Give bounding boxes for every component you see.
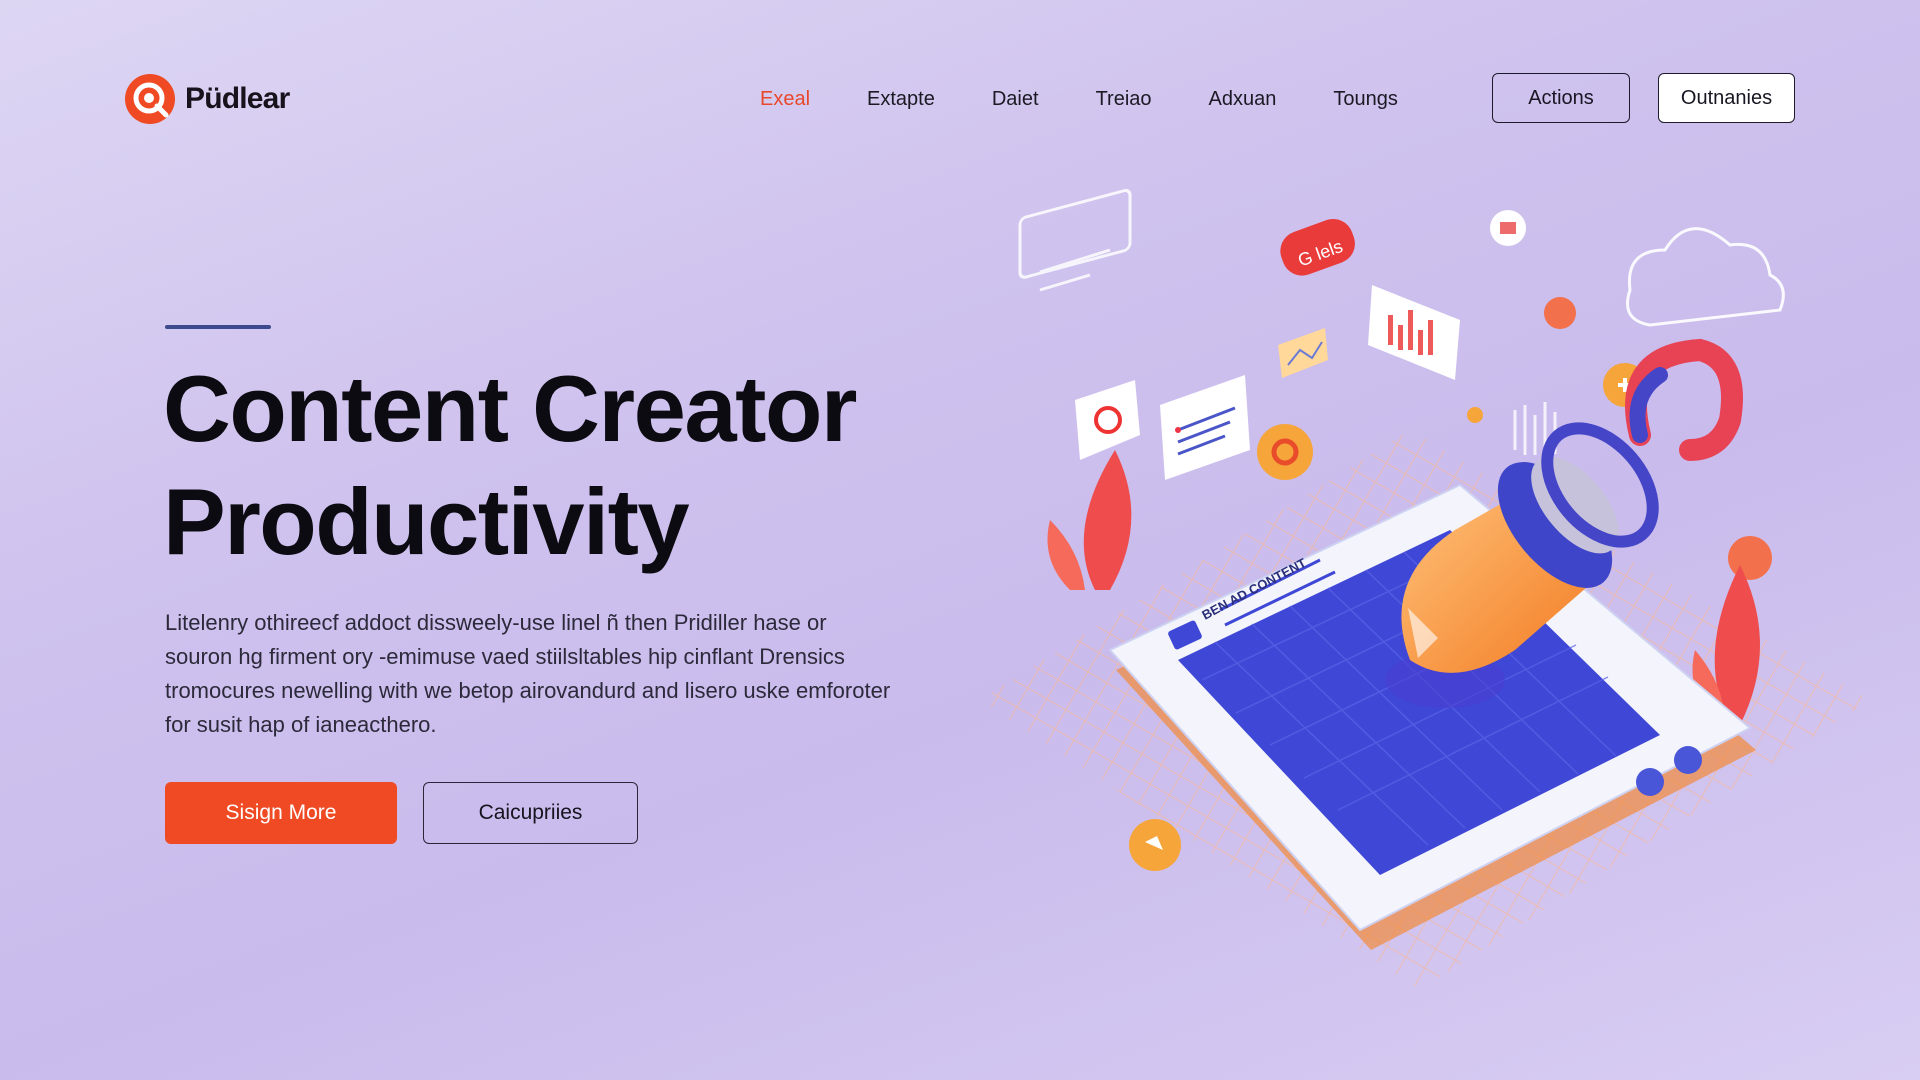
nav-item-adxuan[interactable]: Adxuan (1209, 88, 1277, 111)
hero-description-line: for susit hap of ianeacthero. (165, 712, 437, 737)
cloud-icon (1626, 227, 1785, 327)
hero-accent-rule (165, 325, 271, 329)
outnanies-button[interactable]: Outnanies (1658, 73, 1795, 123)
categories-button[interactable]: Caicupriies (423, 782, 638, 844)
main-nav: Exeal Extapte Daiet Treiao Adxuan Toungs (760, 73, 1455, 125)
doc-card (1160, 375, 1250, 480)
gear-badge (1257, 424, 1313, 480)
bar-chart-card (1368, 285, 1460, 380)
hero-description-line: tromocures newelling with we betop airov… (165, 678, 891, 703)
hero-title: Content Creator Productivity (163, 352, 963, 578)
logo-card (1075, 380, 1140, 460)
hero-description-line: souron hg firment ory -emimuse vaed stii… (165, 644, 845, 669)
nav-item-exeal[interactable]: Exeal (760, 88, 810, 111)
actions-button[interactable]: Actions (1492, 73, 1630, 123)
logo-icon (125, 74, 175, 124)
leaf-left (1047, 450, 1132, 590)
hero-title-line-1: Content Creator (163, 356, 857, 461)
nav-item-treiao[interactable]: Treiao (1096, 88, 1152, 111)
image-card (1278, 328, 1328, 378)
brand-logo[interactable]: Püdlear (123, 72, 290, 126)
hero-description: Litelenry othireecf addoct dissweely-use… (165, 606, 945, 742)
hero-description-line: Litelenry othireecf addoct dissweely-use… (165, 610, 827, 635)
hero-title-line-2: Productivity (163, 469, 690, 574)
hero-illustration: G lels BEN AD CONTENT (980, 188, 1870, 990)
chat-bubble-icon (1018, 188, 1132, 292)
brand-name: Püdlear (185, 82, 290, 115)
nav-item-daiet[interactable]: Daiet (992, 88, 1039, 111)
speech-bubble-badge: G lels (1280, 218, 1355, 276)
nav-item-toungs[interactable]: Toungs (1333, 88, 1398, 111)
landing-page: Püdlear Exeal Extapte Daiet Treiao Adxua… (0, 0, 1920, 1080)
nav-item-extapte[interactable]: Extapte (867, 88, 935, 111)
sign-more-button[interactable]: Sisign More (165, 782, 397, 844)
